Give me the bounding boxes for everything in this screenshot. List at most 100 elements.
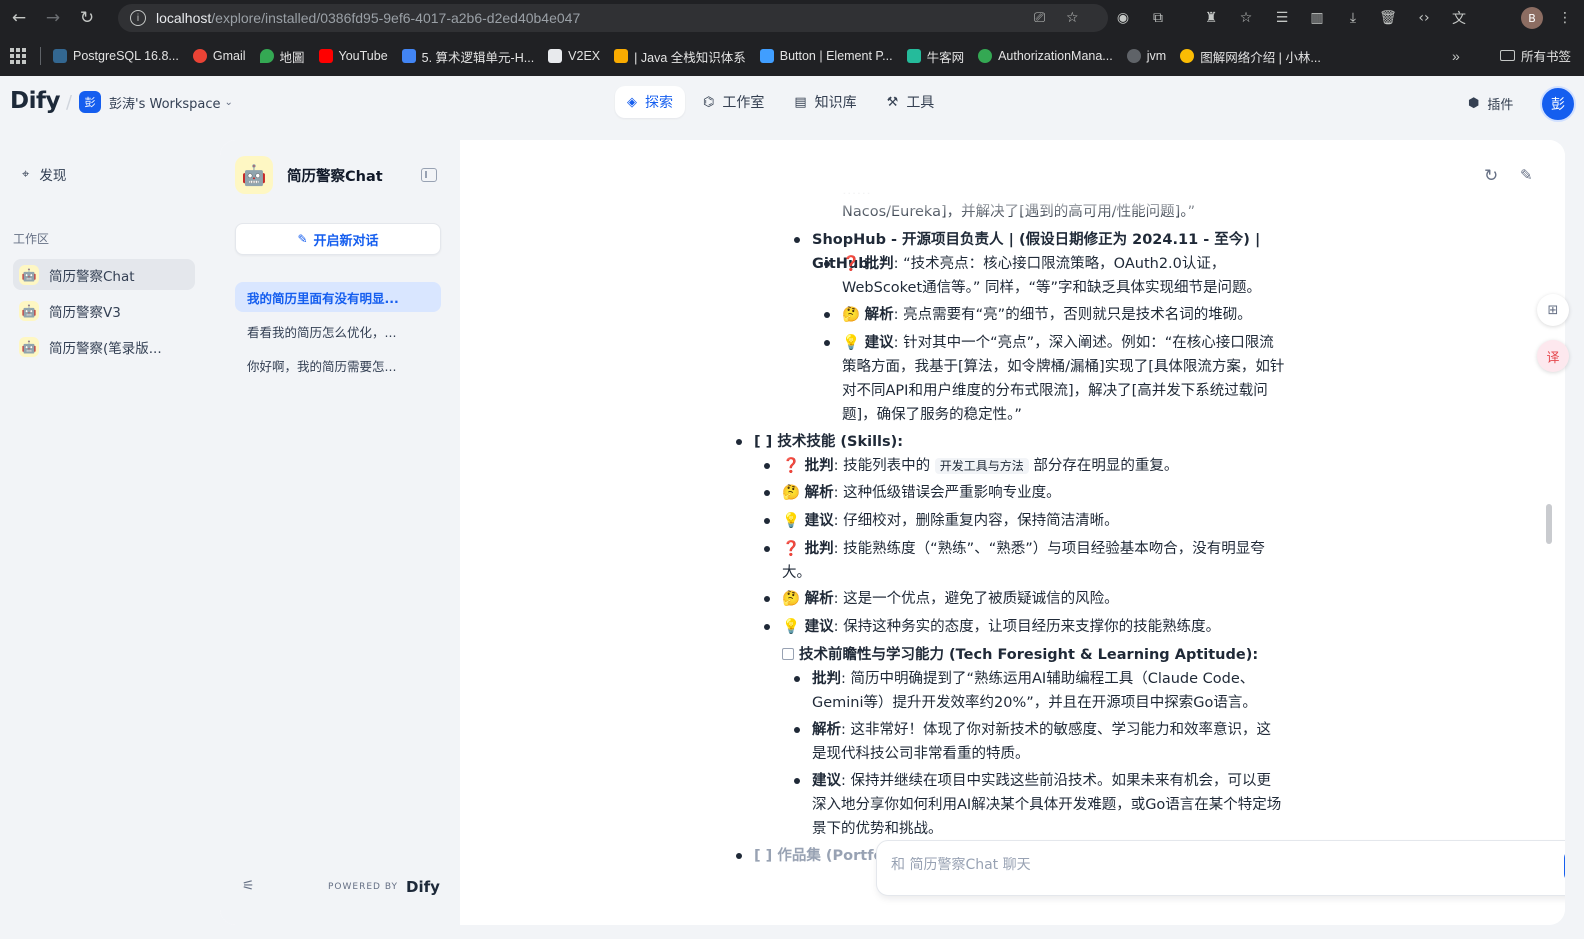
message-text: : 这是一个优点，避免了被质疑诚信的风险。 [833, 591, 1119, 607]
apps-grid-icon[interactable] [10, 48, 26, 64]
bookmark-item[interactable]: 地圖 [259, 47, 305, 66]
list-item: 🤔 解析: 亮点需要有“亮”的细节，否则就只是技术名词的堆砌。 [824, 303, 1252, 327]
tab-studio[interactable]: ⌬ 工作室 [691, 86, 776, 118]
bookmark-item[interactable]: AuthorizationMana... [978, 49, 1113, 63]
bookmarks-overflow-icon[interactable]: » [1452, 48, 1460, 64]
conversation-item[interactable]: 我的简历里面有没有明显... [235, 282, 441, 312]
sidebar-app-item[interactable]: 🤖 简历警察V3 [13, 295, 195, 326]
dify-logo[interactable]: Dify [10, 88, 60, 114]
new-conversation-icon[interactable]: ✎ [1520, 166, 1533, 184]
settings-sliders-icon[interactable]: ⚟ [242, 878, 255, 894]
profile-avatar[interactable]: B [1521, 7, 1543, 29]
address-bar[interactable]: i localhost/explore/installed/0386fd95-9… [118, 4, 1108, 32]
bookmark-favicon [1126, 49, 1141, 63]
critique-label: 批判 [864, 256, 894, 272]
dify-app: Dify / 彭 彭涛's Workspace ⌄ ◈ 探索 ⌬ 工作室 ▤ 知识库 … [0, 76, 1584, 939]
new-chat-button[interactable]: ✎ 开启新对话 [235, 223, 441, 255]
tab-label: 工具 [906, 95, 935, 111]
list-item: 建议: 保持并继续在项目中实践这些前沿技术。如果未来有机会，可以更 [794, 769, 1271, 793]
sidebar-item-discover[interactable]: ⌖ 发现 [22, 164, 66, 185]
bookmark-label: jvm [1146, 49, 1167, 63]
translate-icon[interactable]: 文 [1449, 8, 1469, 28]
message-text: : 保持这种务实的态度，让项目经历来支撑你的技能熟练度。 [833, 619, 1221, 635]
bookmark-label: 5. 算术逻辑单元-H... [421, 50, 535, 65]
bookmark-item[interactable]: jvm [1126, 49, 1167, 63]
refresh-icon[interactable]: ↻ [1484, 166, 1498, 186]
tab-knowledge[interactable]: ▤ 知识库 [782, 86, 868, 118]
site-info-icon[interactable]: i [130, 10, 146, 26]
message-text: : 技能列表中的 [833, 458, 935, 474]
cube-icon: ⬢ [1468, 96, 1480, 111]
scrollbar-thumb[interactable] [1546, 504, 1552, 544]
sidebar-app-item[interactable]: 🤖 简历警察Chat [13, 259, 195, 290]
back-icon[interactable]: ← [4, 3, 34, 33]
extension-icon[interactable]: ☆ [1236, 8, 1256, 28]
bookmark-star-icon[interactable]: ☆ [1066, 10, 1079, 26]
extensions-puzzle-icon[interactable]: ⧉ [1148, 8, 1168, 28]
question-icon: ❓ [782, 458, 801, 474]
list-item: 批判: 简历中明确提到了“熟练运用AI辅助编程工具（Claude Code、 [793, 667, 1254, 691]
translate-float-icon[interactable]: 译 [1537, 340, 1569, 372]
question-icon: ❓ [842, 256, 861, 272]
delete-icon[interactable]: 🗑 [1378, 8, 1398, 28]
analysis-label: 解析 [864, 307, 894, 323]
bookmark-item[interactable]: 5. 算术逻辑单元-H... [401, 47, 535, 66]
chat-input-bar: ➤ [876, 840, 1565, 896]
tab-label: 知识库 [814, 95, 857, 111]
robot-icon: 🤖 [19, 300, 39, 321]
workspace-name: 彭涛's Workspace [109, 96, 221, 112]
all-bookmarks-button[interactable]: 所有书签 [1500, 46, 1571, 65]
bookmark-label: 图解网络介绍 | 小林... [1200, 50, 1321, 65]
bookmark-favicon [614, 49, 629, 63]
suggestion-label: 建议 [864, 335, 894, 351]
workspace-switcher[interactable]: 彭 彭涛's Workspace ⌄ [79, 91, 233, 113]
extension-icon[interactable]: ♜ [1201, 8, 1221, 28]
bookmark-item[interactable]: 牛客网 [906, 47, 964, 66]
chat-input[interactable] [891, 857, 1531, 873]
forward-icon[interactable]: → [38, 3, 68, 33]
bookmark-item[interactable]: V2EX [548, 49, 600, 63]
sidebar-app-item[interactable]: 🤖 简历警察(笔录版... [13, 331, 195, 362]
conversation-item[interactable]: 你好啊，我的简历需要怎... [235, 350, 441, 380]
chat-shell: 🤖 简历警察Chat ✎ 开启新对话 我的简历里面有没有明显... 看看我的简历怎… [220, 140, 1565, 925]
send-button[interactable]: ➤ [1564, 850, 1565, 882]
conversation-panel: 🤖 简历警察Chat ✎ 开启新对话 我的简历里面有没有明显... 看看我的简历怎… [220, 140, 460, 925]
url-host: localhost [156, 10, 212, 26]
reload-icon[interactable]: ↻ [72, 3, 102, 33]
message-text: : 保持并继续在项目中实践这些前沿技术。如果未来有机会，可以更 [841, 773, 1271, 789]
tab-tools[interactable]: ⚒ 工具 [875, 86, 947, 118]
tab-label: 工作室 [722, 95, 765, 111]
bookmark-item[interactable]: 图解网络介绍 | 小林... [1180, 47, 1321, 66]
bookmark-item[interactable]: PostgreSQL 16.8... [53, 49, 179, 63]
extension-icon[interactable]: ◉ [1113, 8, 1133, 28]
all-bookmarks-label: 所有书签 [1521, 50, 1572, 64]
tab-explore[interactable]: ◈ 探索 [615, 86, 685, 118]
menu-icon[interactable]: ⋮ [1555, 8, 1575, 28]
reading-list-icon[interactable]: ▥ [1307, 8, 1327, 28]
powered-by: POWERED BY Dify [328, 878, 440, 896]
sidebar-collapse-icon[interactable] [421, 168, 437, 182]
list-item: 💡 建议: 仔细校对，删除重复内容，保持简洁清晰。 [764, 509, 1119, 533]
devtools-icon[interactable]: ‹› [1414, 8, 1434, 28]
bookmark-item[interactable]: YouTube [318, 49, 388, 63]
bookmark-favicon [401, 49, 416, 63]
main-nav: ◈ 探索 ⌬ 工作室 ▤ 知识库 ⚒ 工具 [615, 86, 952, 118]
workspace-section-label: 工作区 [13, 232, 50, 246]
download-icon[interactable]: ⤓ [1343, 8, 1363, 28]
user-avatar[interactable]: 彭 [1540, 86, 1576, 122]
task-checkbox[interactable] [782, 648, 794, 660]
bookmark-item[interactable]: | Java 全栈知识体系 [614, 47, 746, 66]
grid-add-icon[interactable]: ⊞ [1537, 294, 1569, 326]
conversation-item[interactable]: 看看我的简历怎么优化，... [235, 316, 441, 346]
plugins-button[interactable]: ⬢ 插件 [1468, 94, 1513, 113]
install-app-icon[interactable]: ⎚ [1034, 10, 1045, 26]
analysis-label: 解析 [804, 485, 834, 501]
sidebar-app-label: 简历警察Chat [49, 268, 135, 285]
bookmark-item[interactable]: Gmail [192, 49, 246, 63]
chevron-down-icon: ⌄ [224, 96, 233, 108]
bookmark-item[interactable]: Button | Element P... [759, 49, 893, 63]
sidebar-app-label: 简历警察V3 [49, 304, 121, 321]
bulb-icon: 💡 [782, 513, 801, 529]
sidebar-app-label: 简历警察(笔录版... [49, 340, 162, 357]
extension-icon[interactable]: ☰ [1272, 8, 1292, 28]
